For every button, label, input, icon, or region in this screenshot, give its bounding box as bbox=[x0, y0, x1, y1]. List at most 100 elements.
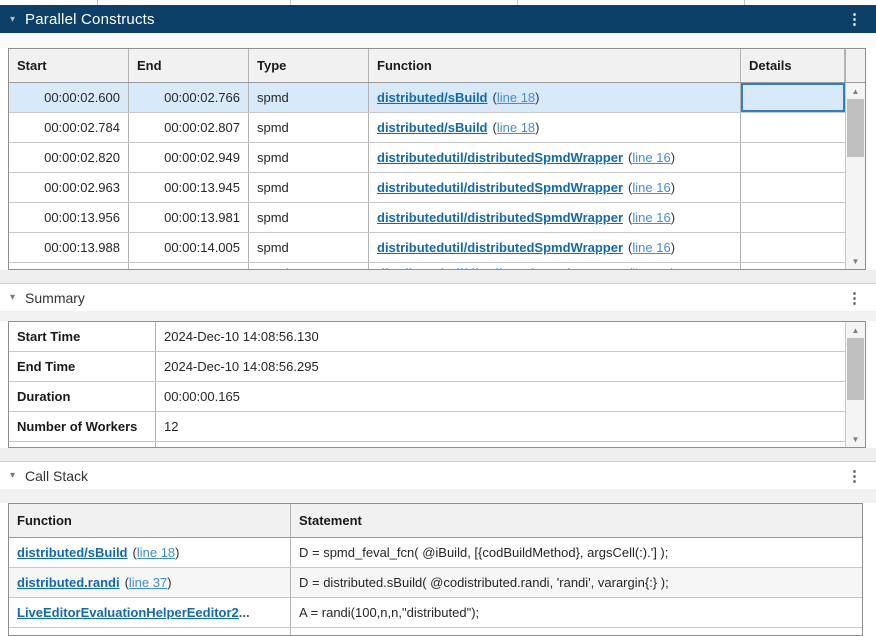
cell-start: 00:00:02.963 bbox=[9, 173, 129, 202]
scroll-down-icon: ▼ bbox=[852, 257, 860, 266]
summary-row[interactable]: Duration 00:00:00.165 bbox=[9, 382, 865, 412]
table-row[interactable]: 00:00:02.820 00:00:02.949 spmd distribut… bbox=[9, 143, 865, 173]
table-row-selected[interactable]: 00:00:02.600 00:00:02.766 spmd distribut… bbox=[9, 83, 865, 113]
table-row[interactable]: 00:00:02.784 00:00:02.807 spmd distribut… bbox=[9, 113, 865, 143]
statement-cell: D = distributed.sBuild( @codistributed.r… bbox=[291, 568, 862, 597]
cell-details-focused[interactable] bbox=[741, 83, 845, 112]
kebab-menu-icon[interactable]: ⋮ bbox=[843, 467, 866, 485]
table-row[interactable]: 00:00:13.988 00:00:14.005 spmd distribut… bbox=[9, 233, 865, 263]
table-row-partial[interactable]: 00:00:14.014 00:00:14.052 spmd distribut… bbox=[9, 263, 865, 270]
column-header-function: Function bbox=[369, 49, 741, 82]
line-link[interactable]: line 16 bbox=[632, 266, 670, 270]
table-row[interactable]: LiveEditorEvaluationHelperEeditor2... A … bbox=[9, 598, 862, 628]
table-header-row: Function Statement bbox=[9, 504, 862, 538]
table-header-row: Start End Type Function Details bbox=[9, 49, 865, 83]
function-link[interactable]: distributed/sBuild bbox=[17, 545, 128, 560]
line-link[interactable]: line 18 bbox=[497, 90, 535, 105]
cell-function: distributed/sBuild(line 18) bbox=[9, 538, 291, 567]
cell-end: 00:00:13.981 bbox=[129, 203, 249, 232]
summary-row[interactable]: End Time 2024-Dec-10 14:08:56.295 bbox=[9, 352, 865, 382]
parallel-constructs-table: Start End Type Function Details 00:00:02… bbox=[8, 48, 866, 270]
function-link[interactable]: distributed.randi bbox=[17, 575, 120, 590]
cell-type: spmd bbox=[249, 113, 369, 142]
scrollbar-thumb[interactable] bbox=[847, 338, 864, 400]
column-header-type: Type bbox=[249, 49, 369, 82]
summary-row[interactable]: Number of Workers 12 bbox=[9, 412, 865, 442]
column-header-start: Start bbox=[9, 49, 129, 82]
summary-row[interactable]: Start Time 2024-Dec-10 14:08:56.130 bbox=[9, 322, 865, 352]
column-header-function: Function bbox=[9, 504, 291, 537]
kebab-menu-icon[interactable]: ⋮ bbox=[843, 289, 866, 307]
cell-function: distributed/sBuild(line 18) bbox=[369, 83, 741, 112]
collapse-icon[interactable]: ▾ bbox=[10, 292, 15, 303]
column-header-details: Details bbox=[741, 49, 845, 82]
cell-details[interactable] bbox=[741, 113, 845, 142]
table-row[interactable]: 00:00:02.963 00:00:13.945 spmd distribut… bbox=[9, 173, 865, 203]
cell-start: 00:00:02.600 bbox=[9, 83, 129, 112]
summary-value: 12 bbox=[156, 412, 845, 441]
summary-value: 2024-Dec-10 14:08:56.295 bbox=[156, 352, 845, 381]
function-link[interactable]: distributedutil/distributedSpmdWrapper bbox=[377, 150, 623, 165]
cell-function: distributed/sBuild(line 18) bbox=[369, 113, 741, 142]
cell-type: spmd bbox=[249, 173, 369, 202]
column-header-statement: Statement bbox=[291, 504, 862, 537]
cell-start: 00:00:02.820 bbox=[9, 143, 129, 172]
cell-details[interactable] bbox=[741, 203, 845, 232]
table-row[interactable]: distributed/sBuild(line 18) D = spmd_fev… bbox=[9, 538, 862, 568]
line-link[interactable]: line 16 bbox=[632, 180, 670, 195]
cell-function: distributedutil/distributedSpmdWrapper(l… bbox=[369, 263, 741, 270]
cell-details[interactable] bbox=[741, 233, 845, 262]
line-link[interactable]: line 18 bbox=[137, 545, 175, 560]
line-link[interactable]: line 16 bbox=[632, 210, 670, 225]
line-link[interactable]: line 37 bbox=[129, 575, 167, 590]
scrollbar-up-button[interactable]: ▲ bbox=[846, 83, 865, 99]
cell-end: 00:00:02.807 bbox=[129, 113, 249, 142]
summary-label: Duration bbox=[9, 382, 156, 411]
scrollbar[interactable]: ▲ ▼ bbox=[845, 322, 865, 447]
cell-type: spmd bbox=[249, 233, 369, 262]
spacer bbox=[0, 311, 876, 321]
scrollbar-thumb[interactable] bbox=[847, 99, 864, 157]
function-link[interactable]: distributedutil/distributedSpmdWrapper bbox=[377, 210, 623, 225]
function-link[interactable]: distributedutil/distributedSpmdWrapper bbox=[377, 240, 623, 255]
cell-start: 00:00:02.784 bbox=[9, 113, 129, 142]
cell-end: 00:00:14.052 bbox=[129, 263, 249, 270]
cell-end: 00:00:14.005 bbox=[129, 233, 249, 262]
collapse-icon[interactable]: ▾ bbox=[10, 14, 15, 25]
spacer bbox=[0, 489, 876, 503]
summary-value: 2024-Dec-10 14:08:56.130 bbox=[156, 322, 845, 351]
cell-type: spmd bbox=[249, 143, 369, 172]
cell-details[interactable] bbox=[741, 143, 845, 172]
column-divider bbox=[517, 0, 518, 5]
table-row-partial bbox=[9, 628, 862, 636]
scrollbar-down-button[interactable]: ▼ bbox=[846, 431, 865, 447]
function-link[interactable]: distributed/sBuild bbox=[377, 90, 488, 105]
cell-function: distributedutil/distributedSpmdWrapper(l… bbox=[369, 173, 741, 202]
profiler-panel: ▾ Parallel Constructs ⋮ Start End Type F… bbox=[0, 0, 876, 636]
function-link[interactable]: distributedutil/distributedSpmdWrapper bbox=[377, 266, 623, 270]
truncation-ellipsis: ... bbox=[239, 605, 250, 620]
function-link[interactable]: LiveEditorEvaluationHelperEeditor2 bbox=[17, 605, 239, 620]
cell-details[interactable] bbox=[741, 173, 845, 202]
kebab-menu-icon[interactable]: ⋮ bbox=[843, 10, 866, 28]
line-link[interactable]: line 16 bbox=[632, 240, 670, 255]
scroll-up-icon: ▲ bbox=[852, 87, 860, 96]
scrollbar-down-button[interactable]: ▼ bbox=[846, 253, 865, 269]
function-link[interactable]: distributed/sBuild bbox=[377, 120, 488, 135]
statement-cell: D = spmd_feval_fcn( @iBuild, [{codBuildM… bbox=[291, 538, 862, 567]
cell-details[interactable] bbox=[741, 263, 845, 270]
table-row[interactable]: 00:00:13.956 00:00:13.981 spmd distribut… bbox=[9, 203, 865, 233]
line-link[interactable]: line 16 bbox=[632, 150, 670, 165]
call-stack-table: Function Statement distributed/sBuild(li… bbox=[8, 503, 863, 636]
scrollbar[interactable]: ▲ ▼ bbox=[845, 83, 865, 269]
section-title: Summary bbox=[25, 290, 85, 306]
cell-start: 00:00:14.014 bbox=[9, 263, 129, 270]
spacer bbox=[0, 448, 876, 461]
summary-row-partial bbox=[9, 442, 865, 448]
function-link[interactable]: distributedutil/distributedSpmdWrapper bbox=[377, 180, 623, 195]
collapse-icon[interactable]: ▾ bbox=[10, 470, 15, 481]
table-row[interactable]: distributed.randi(line 37) D = distribut… bbox=[9, 568, 862, 598]
line-link[interactable]: line 18 bbox=[497, 120, 535, 135]
scrollbar-up-button[interactable]: ▲ bbox=[846, 322, 865, 338]
spacer bbox=[0, 270, 876, 283]
